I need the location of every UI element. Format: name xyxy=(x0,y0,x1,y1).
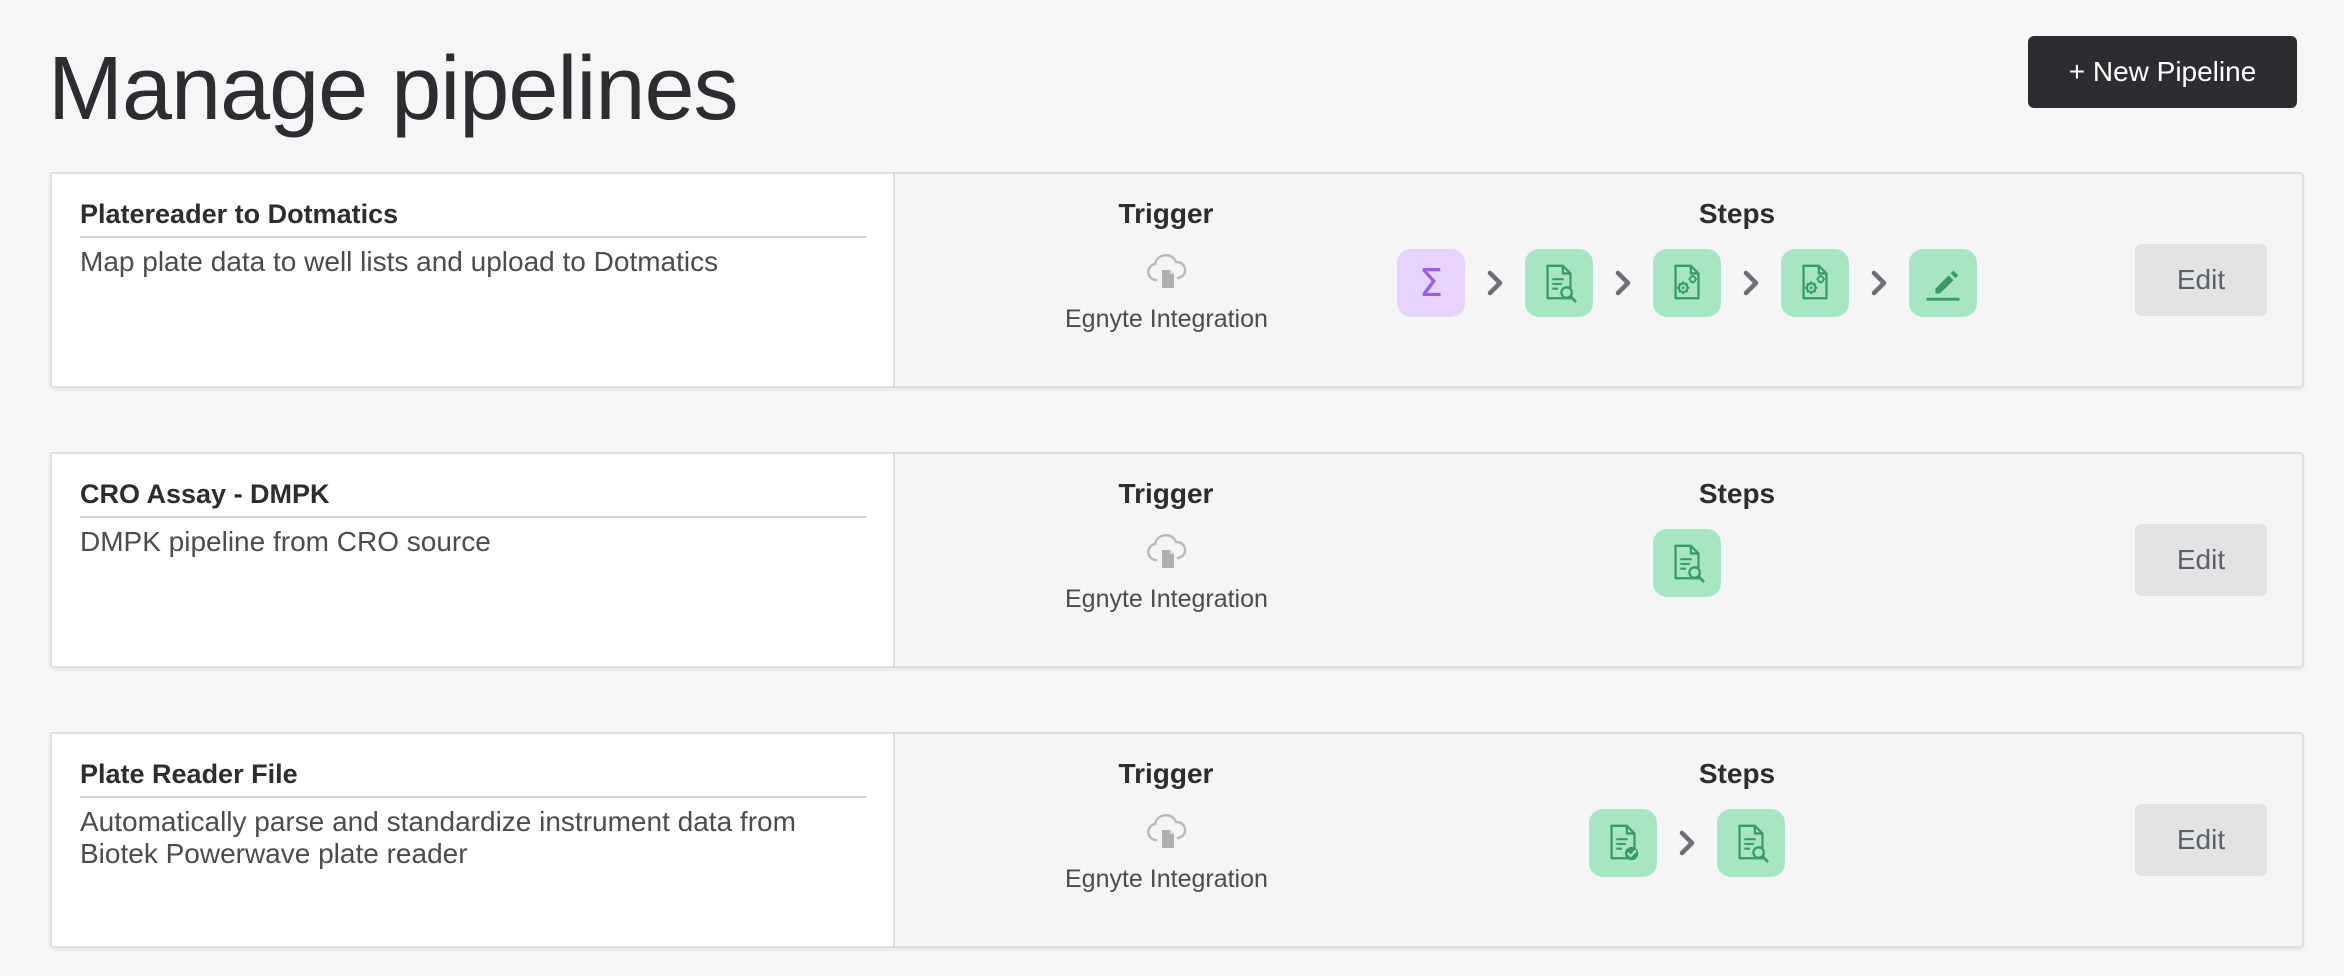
pipeline-description: DMPK pipeline from CRO source xyxy=(80,526,491,557)
chevron-right-icon xyxy=(1465,249,1525,317)
steps-label: Steps xyxy=(1698,198,1776,229)
cloud-upload-icon xyxy=(1144,530,1188,570)
manage-pipelines-page: Manage pipelines + New Pipeline Platerea… xyxy=(0,0,2344,976)
steps-row xyxy=(1653,528,1721,598)
trigger-name: Egnyte Integration xyxy=(1065,865,1268,893)
pipeline-card: Plate Reader File Automatically parse an… xyxy=(50,732,2304,948)
trigger-label: Trigger xyxy=(1118,758,1214,789)
steps-row: Σ xyxy=(1397,248,1977,318)
document-search-icon xyxy=(1666,542,1708,584)
document-gear-icon xyxy=(1794,262,1836,304)
step-sigma-icon[interactable]: Σ xyxy=(1397,249,1465,317)
pipeline-description: Automatically parse and standardize inst… xyxy=(80,806,796,869)
pencil-icon xyxy=(1922,262,1964,304)
pipeline-info: Plate Reader File Automatically parse an… xyxy=(52,734,895,946)
chevron-right-icon xyxy=(1657,809,1717,877)
step-document-gear-icon[interactable] xyxy=(1653,249,1721,317)
chevron-right-icon xyxy=(1849,249,1909,317)
step-document-search-icon[interactable] xyxy=(1525,249,1593,317)
trigger-name: Egnyte Integration xyxy=(1065,305,1268,333)
step-document-gear-icon[interactable] xyxy=(1781,249,1849,317)
trigger-section: Trigger Egnyte Integration xyxy=(1065,198,1268,334)
document-search-icon xyxy=(1730,822,1772,864)
steps-label: Steps xyxy=(1698,758,1776,789)
pipeline-description: Map plate data to well lists and upload … xyxy=(80,246,719,277)
edit-button[interactable]: Edit xyxy=(2135,804,2267,876)
chevron-right-icon xyxy=(1721,249,1781,317)
steps-row xyxy=(1589,808,1785,878)
chevron-right-icon xyxy=(1593,249,1653,317)
pipeline-card: Platereader to Dotmatics Map plate data … xyxy=(50,172,2304,388)
edit-button[interactable]: Edit xyxy=(2135,524,2267,596)
trigger-label: Trigger xyxy=(1118,478,1214,509)
pipeline-name: CRO Assay - DMPK xyxy=(80,478,867,518)
document-search-icon xyxy=(1538,262,1580,304)
cloud-upload-icon xyxy=(1144,250,1188,290)
document-gear-icon xyxy=(1666,262,1708,304)
step-pencil-icon[interactable] xyxy=(1909,249,1977,317)
pipeline-info: CRO Assay - DMPK DMPK pipeline from CRO … xyxy=(52,454,895,666)
sigma-icon: Σ xyxy=(1418,261,1443,305)
step-document-check-icon[interactable] xyxy=(1589,809,1657,877)
page-title: Manage pipelines xyxy=(48,39,738,139)
step-document-search-icon[interactable] xyxy=(1653,529,1721,597)
pipeline-name: Plate Reader File xyxy=(80,758,867,798)
pipeline-name: Platereader to Dotmatics xyxy=(80,198,867,238)
steps-label: Steps xyxy=(1698,478,1776,509)
trigger-name: Egnyte Integration xyxy=(1065,585,1268,613)
edit-button[interactable]: Edit xyxy=(2135,244,2267,316)
trigger-section: Trigger Egnyte Integration xyxy=(1065,758,1268,894)
document-check-icon xyxy=(1602,822,1644,864)
pipeline-info: Platereader to Dotmatics Map plate data … xyxy=(52,174,895,386)
trigger-section: Trigger Egnyte Integration xyxy=(1065,478,1268,614)
pipeline-card: CRO Assay - DMPK DMPK pipeline from CRO … xyxy=(50,452,2304,668)
cloud-upload-icon xyxy=(1144,810,1188,850)
step-document-search-icon[interactable] xyxy=(1717,809,1785,877)
trigger-label: Trigger xyxy=(1118,198,1214,229)
new-pipeline-button[interactable]: + New Pipeline xyxy=(2028,36,2297,108)
